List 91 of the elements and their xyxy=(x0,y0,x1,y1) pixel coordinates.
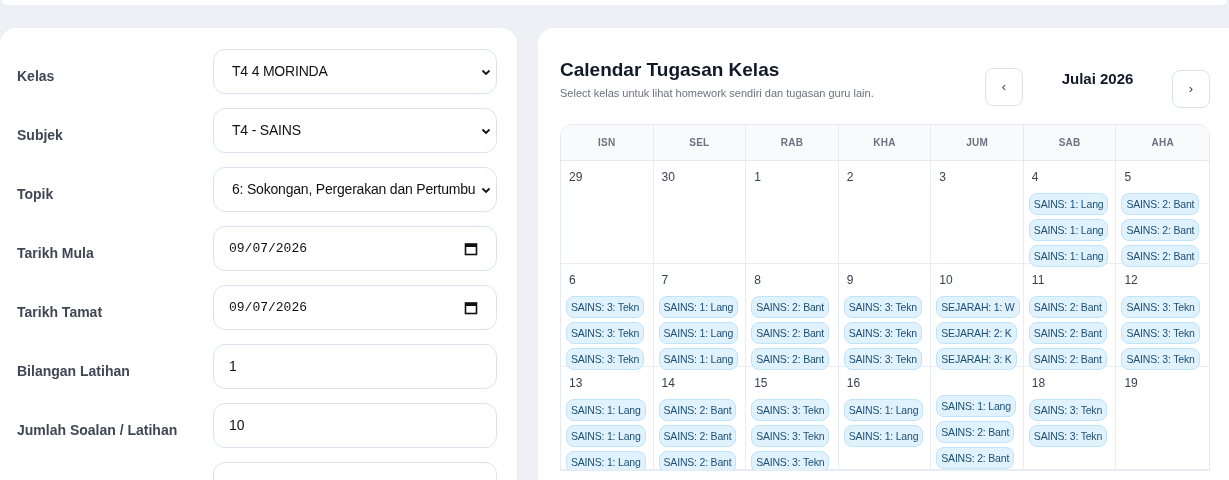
day-number: 12 xyxy=(1123,272,1138,288)
event-chip[interactable]: SAINS: 2: Bant xyxy=(1121,219,1200,241)
event-chip[interactable]: SAINS: 1: Lang xyxy=(1028,245,1109,267)
field-label: Bilangan Latihan xyxy=(17,362,130,379)
event-chip[interactable]: SAINS: 2: Bant xyxy=(1028,348,1107,370)
event-chip[interactable]: SAINS: 3: Tekn xyxy=(751,425,830,447)
event-chip[interactable]: SAINS: 2: Bant xyxy=(658,399,737,421)
event-chip[interactable]: SAINS: 2: Bant xyxy=(751,348,829,370)
weekday-header: KHA xyxy=(873,136,896,150)
event-chip[interactable]: SAINS: 1: Lang xyxy=(1028,219,1109,241)
field-label: Kelas xyxy=(17,67,55,84)
dropdown-field[interactable]: 6: Sokongan, Pergerakan dan Pertumbu xyxy=(213,167,497,212)
event-chip[interactable]: SAINS: 1: Lang xyxy=(566,399,646,421)
event-chip[interactable]: SAINS: 2: Bant xyxy=(1028,322,1107,344)
weekday-header: ISN xyxy=(598,136,616,150)
event-chip[interactable]: SAINS: 3: Tekn xyxy=(843,348,922,370)
day-number: 13 xyxy=(568,375,583,391)
weekday-header: AHA xyxy=(1151,136,1174,150)
event-chip[interactable]: SAINS: 3: Tekn xyxy=(751,399,830,421)
event-chip[interactable]: SAINS: 3: Tekn xyxy=(843,296,922,318)
day-number: 10 xyxy=(938,272,953,288)
event-chip[interactable]: SAINS: 1: Lang xyxy=(658,322,739,344)
field-label: Tarikh Tamat xyxy=(17,303,103,320)
event-chip[interactable]: SAINS: 2: Bant xyxy=(658,451,737,470)
event-chip[interactable]: SAINS: 1: Lang xyxy=(658,348,739,370)
day-number: 18 xyxy=(1030,375,1046,391)
event-chip[interactable]: SAINS: 1: Lang xyxy=(1028,193,1109,215)
day-number: 30 xyxy=(660,169,675,185)
event-chip[interactable]: SAINS: 3: Tekn xyxy=(566,296,645,318)
day-number: 4 xyxy=(1030,169,1039,185)
day-number: 14 xyxy=(660,375,675,391)
day-number: 3 xyxy=(938,169,946,185)
event-chip[interactable]: SEJARAH: 2: K xyxy=(936,322,1017,344)
date-field[interactable]: 09/07/2026 xyxy=(213,226,497,271)
event-chip[interactable]: SAINS: 2: Bant xyxy=(1121,193,1200,215)
calendar-title: Calendar Tugasan Kelas xyxy=(560,58,781,82)
event-chip[interactable]: SAINS: 3: Tekn xyxy=(1121,322,1200,344)
dropdown-field[interactable]: T4 4 MORINDA xyxy=(213,49,497,94)
calendar-icon xyxy=(464,300,478,315)
next-month-button[interactable]: › xyxy=(1172,70,1210,108)
number-field[interactable]: 10 xyxy=(213,403,497,448)
day-number: 11 xyxy=(1030,272,1045,288)
event-chip[interactable]: SEJARAH: 3: K xyxy=(936,348,1017,370)
event-chip[interactable]: SAINS: 3: Tekn xyxy=(1028,399,1108,421)
event-chip[interactable]: SAINS: 3: Tekn xyxy=(1121,348,1200,370)
event-chip[interactable]: SAINS: 2: Bant xyxy=(1121,245,1200,267)
event-chip[interactable]: SAINS: 1: Lang xyxy=(658,296,739,318)
day-number: 7 xyxy=(660,272,669,288)
event-chip[interactable]: SAINS: 3: Tekn xyxy=(1121,296,1200,318)
event-chip[interactable]: SAINS: 1: Lang xyxy=(566,425,646,447)
day-number: 29 xyxy=(568,169,583,185)
day-number: 19 xyxy=(1123,375,1138,391)
event-chip[interactable]: SAINS: 1: Lang xyxy=(936,395,1016,417)
number-field[interactable]: 1 xyxy=(213,344,497,389)
weekday-header: RAB xyxy=(780,136,804,150)
month-label: Julai 2026 xyxy=(1060,69,1135,89)
event-chip[interactable]: SAINS: 1: Lang xyxy=(566,451,646,470)
event-chip[interactable]: SAINS: 1: Lang xyxy=(843,399,924,421)
field-label: Subjek xyxy=(17,126,63,143)
previous-month-button[interactable]: ‹ xyxy=(985,68,1023,106)
event-chip[interactable]: SAINS: 2: Bant xyxy=(658,425,737,447)
weekday-header: SAB xyxy=(1058,136,1081,150)
day-number: 8 xyxy=(753,272,761,288)
event-chip[interactable]: SAINS: 3: Tekn xyxy=(843,322,922,344)
event-chip[interactable]: SAINS: 3: Tekn xyxy=(751,451,830,470)
event-chip[interactable]: SAINS: 2: Bant xyxy=(1028,296,1107,318)
field-label: Tarikh Mula xyxy=(17,244,94,261)
event-chip[interactable]: SAINS: 2: Bant xyxy=(751,322,829,344)
field-label: Jumlah Soalan / Latihan xyxy=(17,421,178,438)
day-number: 6 xyxy=(568,272,576,288)
field-label: Topik xyxy=(17,185,54,202)
calendar-icon xyxy=(464,241,478,256)
weekday-header: SEL xyxy=(689,136,710,150)
event-chip[interactable]: SAINS: 2: Bant xyxy=(936,421,1015,443)
dropdown-field[interactable]: T4 - SAINS xyxy=(213,108,497,153)
day-number: 9 xyxy=(845,272,854,288)
event-chip[interactable]: SAINS: 2: Bant xyxy=(751,296,829,318)
event-chip[interactable]: SAINS: 3: Tekn xyxy=(1028,425,1108,447)
calendar-subtitle: Select kelas untuk lihat homework sendiri dan tugasan guru lain. xyxy=(560,86,875,101)
event-chip[interactable]: SAINS: 1: Lang xyxy=(843,425,924,447)
event-chip[interactable]: SAINS: 2: Bant xyxy=(936,447,1015,469)
event-chip[interactable]: SAINS: 3: Tekn xyxy=(566,348,645,370)
weekday-header: JUM xyxy=(966,136,988,150)
day-number: 5 xyxy=(1123,169,1132,185)
day-number: 1 xyxy=(753,169,761,185)
day-number: 16 xyxy=(845,375,861,391)
date-field[interactable]: 09/07/2026 xyxy=(213,285,497,330)
event-chip[interactable]: SEJARAH: 1: W xyxy=(936,296,1020,318)
event-chip[interactable]: SAINS: 3: Tekn xyxy=(566,322,645,344)
day-number: 2 xyxy=(845,169,854,185)
day-number: 15 xyxy=(753,375,768,391)
